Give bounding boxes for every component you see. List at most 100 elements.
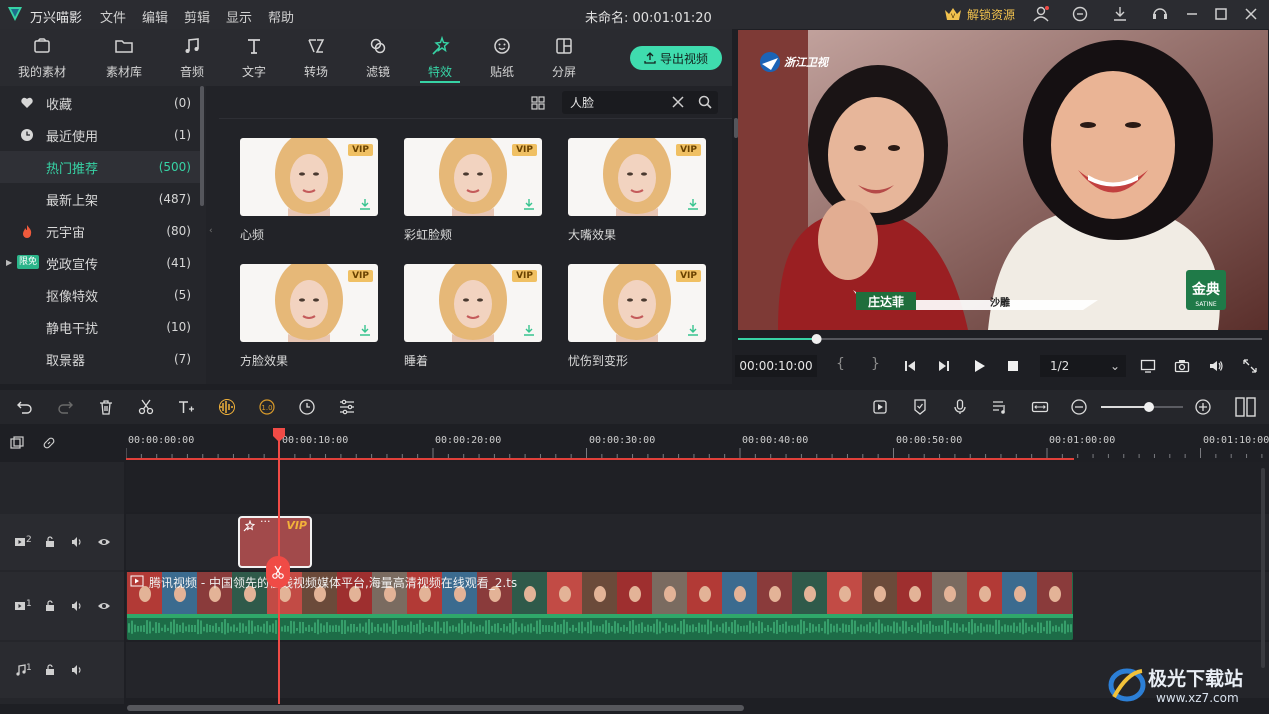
lock-icon[interactable] — [43, 535, 57, 549]
split-marker[interactable] — [266, 556, 290, 588]
effect-card[interactable]: VIP 心频 — [240, 138, 378, 243]
unlock-resources-button[interactable]: V 解锁资源 — [944, 5, 1015, 23]
minimize-icon[interactable] — [1183, 5, 1201, 23]
play-icon[interactable] — [971, 358, 987, 374]
support-icon[interactable] — [1151, 5, 1169, 23]
tab-audio[interactable]: 音频 — [172, 29, 212, 86]
feedback-icon[interactable] — [1071, 5, 1089, 23]
download-icon[interactable] — [523, 324, 535, 336]
eye-icon[interactable] — [97, 535, 111, 549]
menu-clip[interactable]: 剪辑 — [184, 7, 210, 26]
effect-thumbnail[interactable]: VIP — [404, 264, 542, 342]
marker-icon[interactable] — [911, 398, 929, 416]
layout-toggle-icon[interactable] — [1234, 396, 1258, 418]
category-party-promo[interactable]: ▶ 限免 党政宣传 (41) — [0, 247, 200, 279]
category-scrollbar[interactable] — [200, 86, 204, 206]
category-recent[interactable]: 最近使用 (1) — [0, 119, 200, 151]
clear-icon[interactable] — [672, 96, 684, 108]
mark-out-icon[interactable]: } — [871, 356, 880, 372]
fullscreen-icon[interactable] — [1242, 358, 1258, 374]
tab-filter[interactable]: 滤镜 — [358, 29, 398, 86]
timeline-horizontal-scrollbar[interactable] — [127, 705, 744, 711]
zoom-slider-thumb[interactable] — [1144, 402, 1154, 412]
track-lane-audio[interactable] — [126, 642, 1269, 698]
menu-help[interactable]: 帮助 — [268, 7, 294, 26]
duration-clock-icon[interactable] — [298, 398, 316, 416]
effect-card[interactable]: VIP 方脸效果 — [240, 264, 378, 369]
effect-card[interactable]: VIP 大嘴效果 — [568, 138, 706, 243]
mute-speaker-icon[interactable] — [70, 535, 84, 549]
zoom-out-icon[interactable] — [1070, 398, 1088, 416]
grid-view-icon[interactable] — [531, 96, 545, 110]
link-icon[interactable] — [42, 436, 56, 450]
download-icon[interactable] — [687, 198, 699, 210]
next-frame-icon[interactable] — [936, 358, 952, 374]
category-metaverse[interactable]: 元宇宙 (80) — [0, 215, 200, 247]
category-keying[interactable]: 抠像特效 (5) — [0, 279, 200, 311]
tab-library[interactable]: 素材库 — [96, 29, 152, 86]
mark-in-icon[interactable]: { — [836, 356, 845, 372]
menu-view[interactable]: 显示 — [226, 7, 252, 26]
tab-text[interactable]: 文字 — [234, 29, 274, 86]
playhead-handle[interactable] — [272, 428, 286, 442]
eye-icon[interactable] — [97, 599, 111, 613]
add-track-icon[interactable] — [10, 436, 24, 450]
close-icon[interactable] — [1242, 5, 1260, 23]
effect-card[interactable]: VIP 彩虹脸颊 — [404, 138, 542, 243]
tab-effects[interactable]: 特效 — [420, 29, 460, 86]
download-icon[interactable] — [523, 198, 535, 210]
effect-thumbnail[interactable]: VIP — [568, 138, 706, 216]
render-preview-icon[interactable] — [871, 398, 889, 416]
maximize-icon[interactable] — [1212, 5, 1230, 23]
track-lane-empty[interactable] — [126, 462, 1269, 512]
clip-more-icon[interactable]: ··· — [260, 515, 271, 528]
snapshot-camera-icon[interactable] — [1174, 358, 1190, 374]
video-preview[interactable]: 庄达菲 沙雕 金典 SATINE 浙江卫视 — [738, 30, 1268, 330]
tab-transition[interactable]: 转场 — [296, 29, 336, 86]
scissors-icon[interactable] — [137, 398, 155, 416]
category-favorites[interactable]: 收藏 (0) — [0, 87, 200, 119]
tab-split-screen[interactable]: 分屏 — [544, 29, 584, 86]
effect-card[interactable]: VIP 忧伤到变形 — [568, 264, 706, 369]
download-icon[interactable] — [359, 198, 371, 210]
delete-icon[interactable] — [97, 398, 115, 416]
effect-thumbnail[interactable]: VIP — [240, 264, 378, 342]
export-video-button[interactable]: 导出视频 — [630, 46, 722, 70]
download-icon[interactable] — [1111, 5, 1129, 23]
fit-timeline-icon[interactable] — [1031, 398, 1049, 416]
adjust-sliders-icon[interactable] — [338, 398, 356, 416]
volume-icon[interactable] — [1208, 358, 1224, 374]
menu-edit[interactable]: 编辑 — [142, 7, 168, 26]
lock-icon[interactable] — [43, 663, 57, 677]
effect-thumbnail[interactable]: VIP — [240, 138, 378, 216]
search-input[interactable] — [570, 93, 670, 112]
search-icon[interactable] — [698, 95, 712, 109]
zoom-slider[interactable] — [1101, 402, 1183, 412]
redo-icon[interactable] — [56, 398, 74, 416]
progress-thumb[interactable] — [811, 334, 822, 344]
stop-icon[interactable] — [1005, 358, 1021, 374]
download-icon[interactable] — [359, 324, 371, 336]
display-monitor-icon[interactable] — [1140, 358, 1156, 374]
category-hot[interactable]: 热门推荐 (500) — [0, 151, 200, 183]
audio-mixer-icon[interactable] — [991, 398, 1009, 416]
mute-speaker-icon[interactable] — [70, 663, 84, 677]
speed-ramp-icon[interactable]: 1.0 — [258, 398, 276, 416]
mute-speaker-icon[interactable] — [70, 599, 84, 613]
playback-resolution-select[interactable]: 1/2 ⌄ — [1040, 355, 1126, 377]
download-icon[interactable] — [687, 324, 699, 336]
undo-icon[interactable] — [16, 398, 34, 416]
tab-sticker[interactable]: 贴纸 — [482, 29, 522, 86]
collapse-panel-handle[interactable]: ‹ — [206, 86, 219, 384]
prev-frame-icon[interactable] — [902, 358, 918, 374]
effect-thumbnail[interactable]: VIP — [568, 264, 706, 342]
voiceover-mic-icon[interactable] — [951, 398, 969, 416]
zoom-in-icon[interactable] — [1194, 398, 1212, 416]
effect-card[interactable]: VIP 睡着 — [404, 264, 542, 369]
timeline-vertical-scrollbar[interactable] — [1261, 468, 1265, 668]
expand-arrow-icon[interactable]: ▶ — [6, 258, 12, 267]
lock-icon[interactable] — [43, 599, 57, 613]
category-viewfinder[interactable]: 取景器 (7) — [0, 343, 200, 375]
account-icon[interactable] — [1032, 5, 1050, 23]
menu-file[interactable]: 文件 — [100, 7, 126, 26]
